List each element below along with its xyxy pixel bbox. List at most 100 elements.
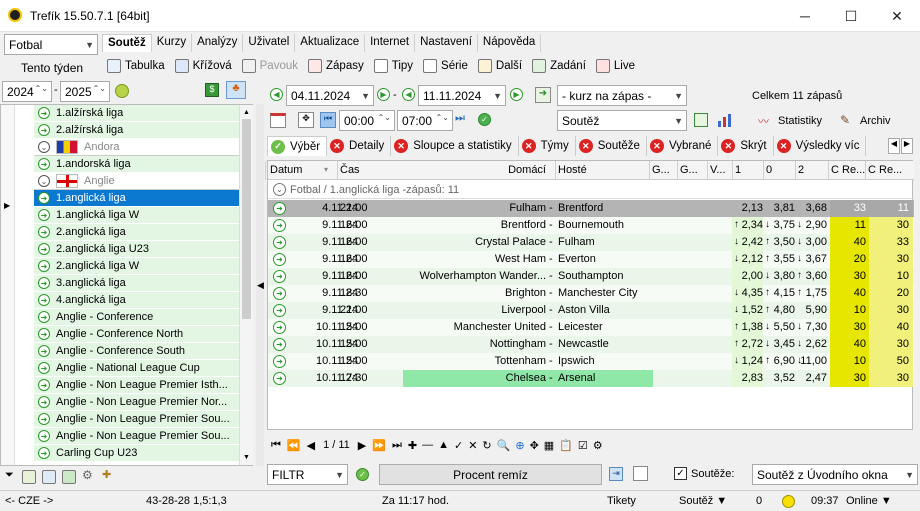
- tools-icon[interactable]: ✚: [102, 468, 111, 481]
- col-header[interactable]: Hosté: [558, 164, 587, 176]
- tennis-ball-icon[interactable]: [115, 84, 129, 98]
- zoom-in-icon[interactable]: ⊕: [515, 439, 524, 452]
- scroll-thumb[interactable]: [242, 119, 251, 319]
- move-icon[interactable]: ✥: [530, 439, 539, 452]
- tab-1[interactable]: ✕ Detaily: [327, 136, 392, 156]
- tickets-button[interactable]: Tikety: [607, 495, 636, 507]
- grid-icon[interactable]: ▦: [544, 439, 554, 452]
- col-header[interactable]: V...: [710, 164, 726, 176]
- insert-icon[interactable]: ✚: [408, 439, 417, 452]
- match-row[interactable]: ➜ 9.11.24 21:00 Liverpool - Aston Villa 1,52 ↓ 4…: [268, 302, 914, 319]
- scroll-up-icon[interactable]: ▲: [243, 109, 250, 116]
- menu-3[interactable]: Uživatel: [243, 34, 296, 52]
- toolbar-item-4[interactable]: Tipy: [373, 59, 413, 73]
- league-item[interactable]: ➜ 2.alžírská liga: [34, 122, 239, 139]
- tab-2[interactable]: ✕ Sloupce a statistiky: [391, 136, 519, 156]
- prev-fast-icon[interactable]: ⏪: [287, 439, 301, 452]
- prev-date-icon[interactable]: ◀: [270, 88, 283, 101]
- tabs-scroll-right[interactable]: ▶: [901, 138, 913, 154]
- match-row[interactable]: ➜ 9.11.24 16:00 West Ham - Everton 2,12 ↓ 3,55 ↑ 3…: [268, 251, 914, 268]
- league-item[interactable]: ➜ Anglie - Conference South: [34, 343, 239, 360]
- tab-3[interactable]: ✕ Týmy: [519, 136, 576, 156]
- menu-5[interactable]: Internet: [365, 34, 416, 52]
- col-header[interactable]: Čas: [340, 164, 360, 176]
- league-item[interactable]: ➜ Anglie - Conference North: [34, 326, 239, 343]
- league-item[interactable]: ➜ Anglie - Non League Premier Sou...: [34, 428, 239, 445]
- splitter[interactable]: ◀: [256, 104, 264, 466]
- col-header[interactable]: 0: [766, 164, 772, 176]
- next-date-to-icon[interactable]: ▶: [510, 88, 523, 101]
- move-icon[interactable]: ✥: [298, 112, 314, 128]
- filter-col-icon[interactable]: ▾: [324, 165, 328, 174]
- team-icon[interactable]: ♣: [226, 81, 246, 99]
- year-to-spinner[interactable]: 2025 ⌃⌄: [60, 81, 110, 102]
- menu-1[interactable]: Kurzy: [152, 34, 193, 52]
- league-item[interactable]: ➜ 3.anglická liga: [34, 275, 239, 292]
- match-row[interactable]: ➜ 9.11.24 18:30 Brighton - Manchester City 4,3…: [268, 285, 914, 302]
- clipboard-icon[interactable]: 📋: [559, 439, 573, 452]
- list-icon[interactable]: [42, 470, 56, 484]
- league-item[interactable]: ➜ 1.andorská liga: [34, 156, 239, 173]
- tab-7[interactable]: ✕ Výsledky víc: [774, 136, 867, 156]
- bar-chart-icon[interactable]: [718, 113, 736, 127]
- toolbar-item-5[interactable]: Série: [423, 59, 468, 73]
- match-row[interactable]: ➜ 10.11.24 15:00 Manchester United - Leiceste…: [268, 319, 914, 336]
- league-item[interactable]: ➜ Anglie - Non League Premier Isth...: [34, 377, 239, 394]
- first-icon[interactable]: ⏮: [320, 112, 336, 128]
- menu-7[interactable]: Nápověda: [478, 34, 542, 52]
- league-item[interactable]: ➜ Anglie - Conference: [34, 309, 239, 326]
- maximize-button[interactable]: ☐: [828, 0, 874, 32]
- league-item[interactable]: ⌄ Anglie: [34, 173, 239, 190]
- next-page-icon[interactable]: ▶: [358, 439, 366, 452]
- tab-6[interactable]: ✕ Skrýt: [718, 136, 774, 156]
- odds-mode-select[interactable]: - kurz na zápas - ▼: [557, 85, 687, 106]
- toolbar-item-1[interactable]: Křížová: [174, 59, 232, 73]
- search-icon[interactable]: 🔍: [497, 439, 511, 452]
- export-icon[interactable]: [694, 113, 708, 127]
- league-item[interactable]: ➜ Anglie - Non League Premier Nor...: [34, 394, 239, 411]
- toolbar-item-3[interactable]: Zápasy: [308, 59, 364, 73]
- calendar-icon[interactable]: [270, 113, 286, 128]
- checkbox-icon[interactable]: ☑: [578, 439, 588, 452]
- league-item[interactable]: ➜ Anglie - National League Cup: [34, 360, 239, 377]
- gear-icon[interactable]: ⚙: [82, 468, 93, 482]
- league-item[interactable]: ➜ 1.alžírská liga: [34, 105, 239, 122]
- col-header[interactable]: C Re...: [831, 164, 865, 176]
- collapse-group-icon[interactable]: ⌄: [273, 183, 286, 196]
- scroll-down-icon[interactable]: ▼: [243, 454, 250, 461]
- league-item[interactable]: ➜ 1.anglická liga: [34, 190, 239, 207]
- minimize-button[interactable]: ─: [782, 0, 828, 32]
- next-date-icon[interactable]: ▶: [377, 88, 390, 101]
- apply-arrow-icon[interactable]: ➜: [535, 87, 551, 103]
- last-page-icon[interactable]: ⏭: [392, 439, 402, 452]
- sport-select[interactable]: Fotbal ▼: [4, 34, 98, 55]
- cancel-icon[interactable]: ✕: [468, 439, 477, 452]
- menu-2[interactable]: Analýzy: [192, 34, 244, 52]
- league-item[interactable]: ➜ 2.anglická liga U23: [34, 241, 239, 258]
- prev-date-to-icon[interactable]: ◀: [402, 88, 415, 101]
- tabs-scroll-left[interactable]: ◀: [888, 138, 900, 154]
- match-row[interactable]: ➜ 9.11.24 16:00 Crystal Palace - Fulham 2,42 ↓ 3…: [268, 234, 914, 251]
- col-header[interactable]: Datum: [270, 164, 302, 176]
- last-icon[interactable]: ⏭: [455, 112, 465, 125]
- league-item[interactable]: ⌄ Andora: [34, 139, 239, 156]
- date-from-input[interactable]: 04.11.2024 ▼: [286, 85, 374, 106]
- col-header[interactable]: C Re...: [868, 164, 902, 176]
- col-header[interactable]: 1: [735, 164, 741, 176]
- league-item[interactable]: ➜ 1.anglická liga W: [34, 207, 239, 224]
- toolbar-item-0[interactable]: Tabulka: [107, 59, 165, 73]
- match-row[interactable]: ➜ 4.11.24 21:00 Fulham - Brentford 2,13 3,81 3,6…: [268, 200, 914, 217]
- filter-check-icon[interactable]: ✓: [356, 468, 369, 481]
- money-icon[interactable]: $: [205, 83, 219, 97]
- league-item[interactable]: ➜ 2.anglická liga: [34, 224, 239, 241]
- draw-percent-button[interactable]: Procent remíz: [379, 464, 602, 485]
- delete-icon[interactable]: —: [422, 439, 433, 451]
- year-from-spinner[interactable]: 2024 ⌃⌄: [2, 81, 52, 102]
- tab-4[interactable]: ✕ Soutěže: [576, 136, 647, 156]
- collapse-left-icon[interactable]: ◀: [257, 280, 264, 291]
- toolbar-item-6[interactable]: Další: [477, 59, 522, 73]
- this-week-button[interactable]: Tento týden: [21, 61, 83, 75]
- tab-5[interactable]: ✕ Vybrané: [647, 136, 719, 156]
- post-icon[interactable]: ✓: [454, 439, 463, 452]
- online-status[interactable]: Online ▼: [846, 495, 892, 507]
